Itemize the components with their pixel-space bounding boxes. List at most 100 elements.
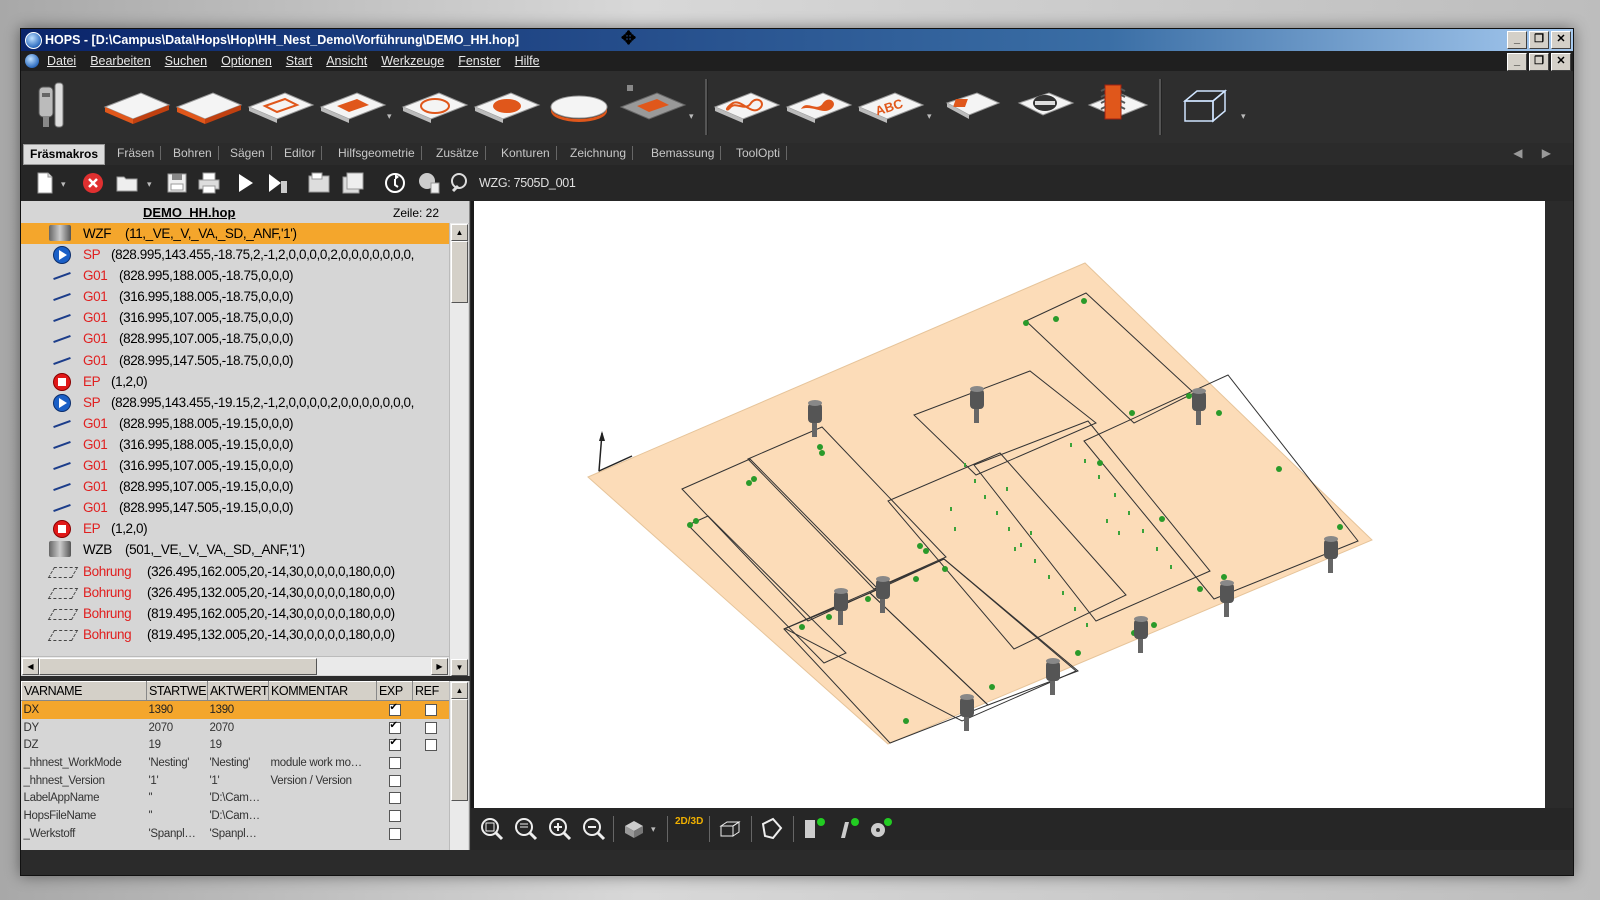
close-button[interactable]: ✕ [1551,31,1571,49]
program-line[interactable]: G01 (316.995,188.005,-18.75,0,0,0) [21,286,449,307]
ref-checkbox[interactable] [425,739,437,752]
ref-checkbox[interactable] [425,721,437,734]
doc-close-button[interactable]: ✕ [1551,53,1571,71]
step-play-icon[interactable] [265,171,289,195]
tab-saegen[interactable]: Sägen [224,146,272,160]
rotate-view-icon[interactable] [759,816,785,842]
exp-checkbox[interactable] [388,720,401,734]
tool-path-icon[interactable] [835,816,861,842]
pocket-rect-icon[interactable] [245,87,317,127]
program-vertical-scrollbar[interactable]: ▲ ▼ [449,223,468,676]
scroll-left-button[interactable]: ◀ [22,658,39,675]
program-line[interactable]: G01 (316.995,107.005,-18.75,0,0,0) [21,307,449,328]
nesting-stack-icon[interactable] [617,81,689,127]
doc-minimize-button[interactable]: _ [1507,53,1527,71]
program-line[interactable]: G01 (828.995,188.005,-18.75,0,0,0) [21,265,449,286]
3d-box-icon[interactable] [1177,83,1233,127]
tab-editor[interactable]: Editor [278,146,323,160]
program-line[interactable]: G01 (316.995,188.005,-19.15,0,0,0) [21,434,449,455]
exp-checkbox[interactable] [388,809,401,822]
variable-row[interactable]: LabelAppName '' 'D:\Cam… [22,789,450,807]
col-startwert[interactable]: STARTWE [146,681,208,701]
program-line[interactable]: Bohrung (326.495,162.005,20,-14,30,0,0,0,… [21,561,449,582]
doc-restore-button[interactable]: ❐ [1529,53,1549,71]
title-bar[interactable]: HOPS - [D:\Campus\Data\Hops\Hop\HH_Nest_… [21,28,1573,51]
menu-ansicht[interactable]: Ansicht [326,54,367,68]
refresh-icon[interactable] [383,171,407,195]
variable-row[interactable]: DY 2070 2070 [22,719,450,737]
zoom-extents-icon[interactable] [479,816,505,842]
col-kommentar[interactable]: KOMMENTAR [268,681,377,701]
tool-display-icon[interactable] [801,816,827,842]
tab-toolopti[interactable]: ToolOpti [730,146,788,160]
col-ref[interactable]: REF [412,681,450,701]
scroll-thumb[interactable] [451,241,468,303]
tool-info-icon[interactable] [417,171,441,195]
program-line[interactable]: G01 (828.995,107.005,-19.15,0,0,0) [21,476,449,497]
zoom-in-icon[interactable] [547,816,573,842]
col-exp[interactable]: EXP [376,681,413,701]
program-line[interactable]: SP (828.995,143.455,-18.75,2,-1,2,0,0,0,0… [21,244,449,265]
panel-corner-icon[interactable] [173,87,245,127]
connector-icon[interactable] [1013,85,1079,129]
program-line[interactable]: Bohrung (326.495,132.005,20,-14,30,0,0,0,… [21,582,449,603]
tab-bohren[interactable]: Bohren [167,146,219,160]
menu-hilfe[interactable]: Hilfe [515,54,540,68]
3d-viewport[interactable] [471,201,1545,808]
tab-hilfsgeometrie[interactable]: Hilfsgeometrie [332,146,422,160]
document-icon[interactable] [25,54,39,68]
program-horizontal-scrollbar[interactable]: ◀ ▶ [21,656,449,675]
exp-checkbox[interactable] [388,792,401,805]
restore-button[interactable]: ❐ [1529,31,1549,49]
variable-row[interactable]: _hhnest_Version '1' '1' Version / Version [22,772,450,790]
hinge-icon[interactable] [941,85,1005,127]
variable-row[interactable]: _hhnest_WorkMode 'Nesting' 'Nesting' module… [22,754,450,772]
print-icon[interactable] [197,171,221,195]
minimize-button[interactable]: _ [1507,31,1527,49]
play-icon[interactable] [233,171,257,195]
scroll-down-button[interactable]: ▼ [451,659,468,676]
save-icon[interactable] [165,171,189,195]
folder-copy-icon[interactable] [307,171,331,195]
variables-vertical-scrollbar[interactable]: ▲ ▼ [449,681,468,875]
contour-loop-icon[interactable] [711,87,783,127]
program-line[interactable]: SP (828.995,143.455,-19.15,2,-1,2,0,0,0,0… [21,392,449,413]
exp-checkbox[interactable] [388,827,401,840]
tab-konturen[interactable]: Konturen [495,146,557,160]
new-file-icon[interactable] [33,171,57,195]
drill-display-icon[interactable] [867,816,893,842]
program-line[interactable]: WZF (11,_VE,_V,_VA,_SD,_ANF,'1') [21,223,449,245]
program-line[interactable]: Bohrung (819.495,132.005,20,-14,30,0,0,0,… [21,624,449,645]
tool-search-icon[interactable] [449,171,473,195]
menu-suchen[interactable]: Suchen [165,54,207,68]
menu-bearbeiten[interactable]: Bearbeiten [90,54,150,68]
program-line[interactable]: Bohrung (819.495,162.005,20,-14,30,0,0,0,… [21,603,449,624]
menu-werkzeuge[interactable]: Werkzeuge [381,54,444,68]
variable-row[interactable]: HopsFileName '' 'D:\Cam… [22,807,450,825]
tab-fraesen[interactable]: Fräsen [111,146,162,160]
contour-filled-icon[interactable] [783,87,855,127]
variable-row[interactable]: DZ 19 19 [22,736,450,754]
view-orientation-icon[interactable] [621,816,647,842]
program-line[interactable]: G01 (828.995,147.505,-19.15,0,0,0) [21,497,449,518]
program-line[interactable]: EP (1,2,0) [21,371,449,392]
vars-scroll-thumb[interactable] [451,699,468,801]
text-engrave-icon[interactable]: ABC [855,87,927,127]
pocket-filled-icon[interactable] [317,87,389,127]
round-panel-icon[interactable] [543,87,615,127]
save-all-icon[interactable] [341,171,365,195]
sheet-panel[interactable] [587,262,1373,745]
menu-datei[interactable]: Datei [47,54,76,68]
cancel-icon[interactable] [81,171,105,195]
col-varname[interactable]: VARNAME [21,681,147,701]
saw-groove-icon[interactable] [1083,79,1153,129]
menu-fenster[interactable]: Fenster [458,54,500,68]
tab-zeichnung[interactable]: Zeichnung [564,146,634,160]
variable-row[interactable]: _Werkstoff 'Spanpl… 'Spanpl… [22,825,450,843]
tab-scroll-arrows[interactable]: ◀ ▶ [1513,146,1559,160]
col-aktwert[interactable]: AKTWERT [207,681,269,701]
panel-format-icon[interactable] [101,87,173,127]
nesting-3d-view[interactable] [474,201,1545,808]
circle-filled-icon[interactable] [471,87,543,127]
exp-checkbox[interactable] [388,702,401,716]
